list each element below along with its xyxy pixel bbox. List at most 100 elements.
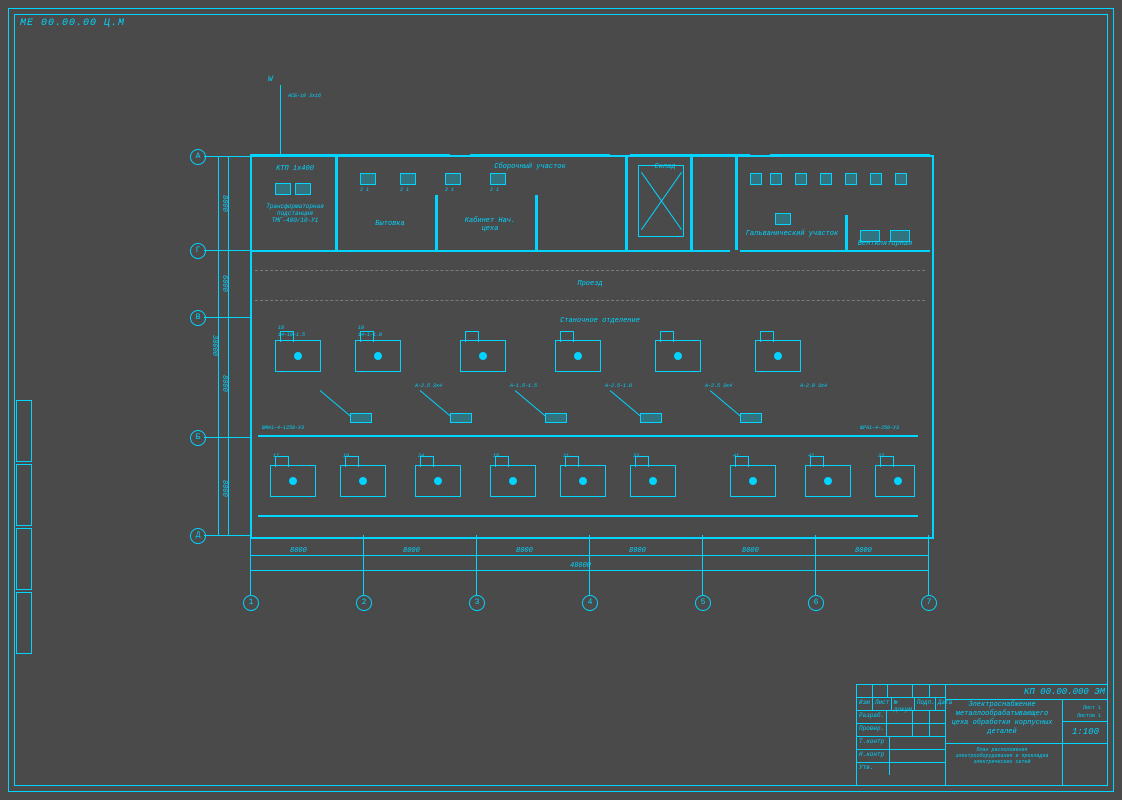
dim-total: 48000 <box>570 562 591 570</box>
equipment <box>775 213 791 225</box>
side-field <box>16 400 32 462</box>
title-block-code: КП 00.00.000 ЭМ <box>1024 687 1105 697</box>
axis-line <box>204 535 250 536</box>
machine-tool <box>275 340 321 372</box>
dim: 8000 <box>742 547 759 555</box>
driveway-edge <box>255 270 925 271</box>
equipment <box>445 173 461 185</box>
machine-tool <box>340 465 386 497</box>
machine-tool <box>490 465 536 497</box>
partition <box>250 250 730 252</box>
machine-tool <box>730 465 776 497</box>
welder <box>545 413 567 423</box>
machine-tool <box>875 465 915 497</box>
tag: 18 <box>493 453 499 459</box>
driveway-edge <box>255 300 925 301</box>
equipment <box>870 173 882 185</box>
equipment <box>750 173 762 185</box>
room-sborochny: Сборочный участок <box>480 163 580 171</box>
side-field <box>16 464 32 526</box>
grid-axis-v: 2 <box>356 595 372 611</box>
title-block-scale: 1:100 <box>1072 727 1099 737</box>
welder <box>640 413 662 423</box>
dim: 6000 <box>220 275 228 292</box>
wall <box>470 154 610 157</box>
machine-tool <box>355 340 401 372</box>
wall <box>250 154 450 157</box>
axis-line <box>250 535 251 595</box>
busbar-label: ШРА1-4-250-У3 <box>860 425 899 431</box>
tag: 41 <box>733 453 739 459</box>
dim-line-v <box>228 156 229 535</box>
tag: 24 <box>418 453 424 459</box>
machine-tool <box>555 340 601 372</box>
tag: 33 <box>633 453 639 459</box>
grid-axis-v: 3 <box>469 595 485 611</box>
grid-axis-h: Д <box>190 528 206 544</box>
dim-line <box>250 570 928 571</box>
room-kabinet: Кабинет Нач. цеха <box>460 217 520 233</box>
binding-strip <box>16 400 28 780</box>
busbar-label: ШМА1-4-1250-У3 <box>262 425 304 431</box>
sklad-hatch <box>638 165 684 237</box>
room-proezd: Проезд <box>560 280 620 288</box>
tag: 21 <box>563 453 569 459</box>
axis-line <box>204 437 250 438</box>
tag: 19 <box>358 325 364 331</box>
title-block: КП 00.00.000 ЭМ ИзмЛист№ докумПодп.Дата … <box>856 684 1108 786</box>
dim: 8000 <box>629 547 646 555</box>
axis-line <box>204 250 250 251</box>
grid-axis-h: Б <box>190 430 206 446</box>
tag: А-2.5-1.0 <box>605 383 632 389</box>
axis-line <box>204 317 250 318</box>
axis-line <box>204 156 250 157</box>
floor-plan: W АСБ-10 3х16 КТП 1х400 Трансформаторная… <box>180 135 940 565</box>
room-galvanic: Гальванический участок <box>742 230 842 238</box>
dim: 8000 <box>403 547 420 555</box>
partition-v <box>845 215 848 250</box>
title-block-title: Электроснабжение металлообрабатывающего … <box>947 701 1057 737</box>
partition-v <box>735 155 738 250</box>
transformer <box>275 183 291 195</box>
grid-axis-v: 4 <box>582 595 598 611</box>
grid-axis-h: В <box>190 310 206 326</box>
equipment <box>795 173 807 185</box>
drawing-code-top: МЕ 00.00.00 Ц.М <box>20 18 125 29</box>
machine-tool <box>805 465 851 497</box>
partition-v <box>625 155 628 250</box>
cable-w-label: W <box>268 75 273 84</box>
cable-spec: АСБ-10 3х16 <box>288 93 321 99</box>
room-ktp: КТП 1х400 <box>260 165 330 173</box>
axis-line <box>815 535 816 595</box>
title-block-subtitle: План расположения электрооборудования и … <box>947 747 1057 765</box>
grid-axis-v: 6 <box>808 595 824 611</box>
partition-v <box>535 195 538 250</box>
machine-tool <box>755 340 801 372</box>
equipment <box>895 173 907 185</box>
equipment <box>845 173 857 185</box>
room-ktp-sub: Трансформаторная подстанция ТМГ-400/10-У… <box>256 203 334 224</box>
equipment <box>820 173 832 185</box>
fan <box>890 230 910 242</box>
transformer <box>295 183 311 195</box>
grid-axis-h: Г <box>190 243 206 259</box>
dim: 8000 <box>220 480 228 497</box>
partition-v <box>435 195 438 250</box>
tag: 14-1-1.0 <box>358 332 382 338</box>
dim: 8000 <box>220 375 228 392</box>
partition <box>740 250 930 252</box>
dim: 8000 <box>516 547 533 555</box>
machine-tool <box>415 465 461 497</box>
dim: 30000 <box>210 335 218 356</box>
incoming-cable <box>280 85 281 155</box>
tag: А-2.5 3х4 <box>415 383 442 389</box>
busbar-2 <box>258 515 918 517</box>
partition-v <box>335 155 338 250</box>
tag: А-2.5 3х4 <box>705 383 732 389</box>
tag: 17 <box>273 453 279 459</box>
tb-sheets: Листов 1 <box>1077 713 1101 719</box>
dim: 8000 <box>855 547 872 555</box>
dim-line-v <box>218 156 219 535</box>
machine-tool <box>655 340 701 372</box>
welder <box>740 413 762 423</box>
